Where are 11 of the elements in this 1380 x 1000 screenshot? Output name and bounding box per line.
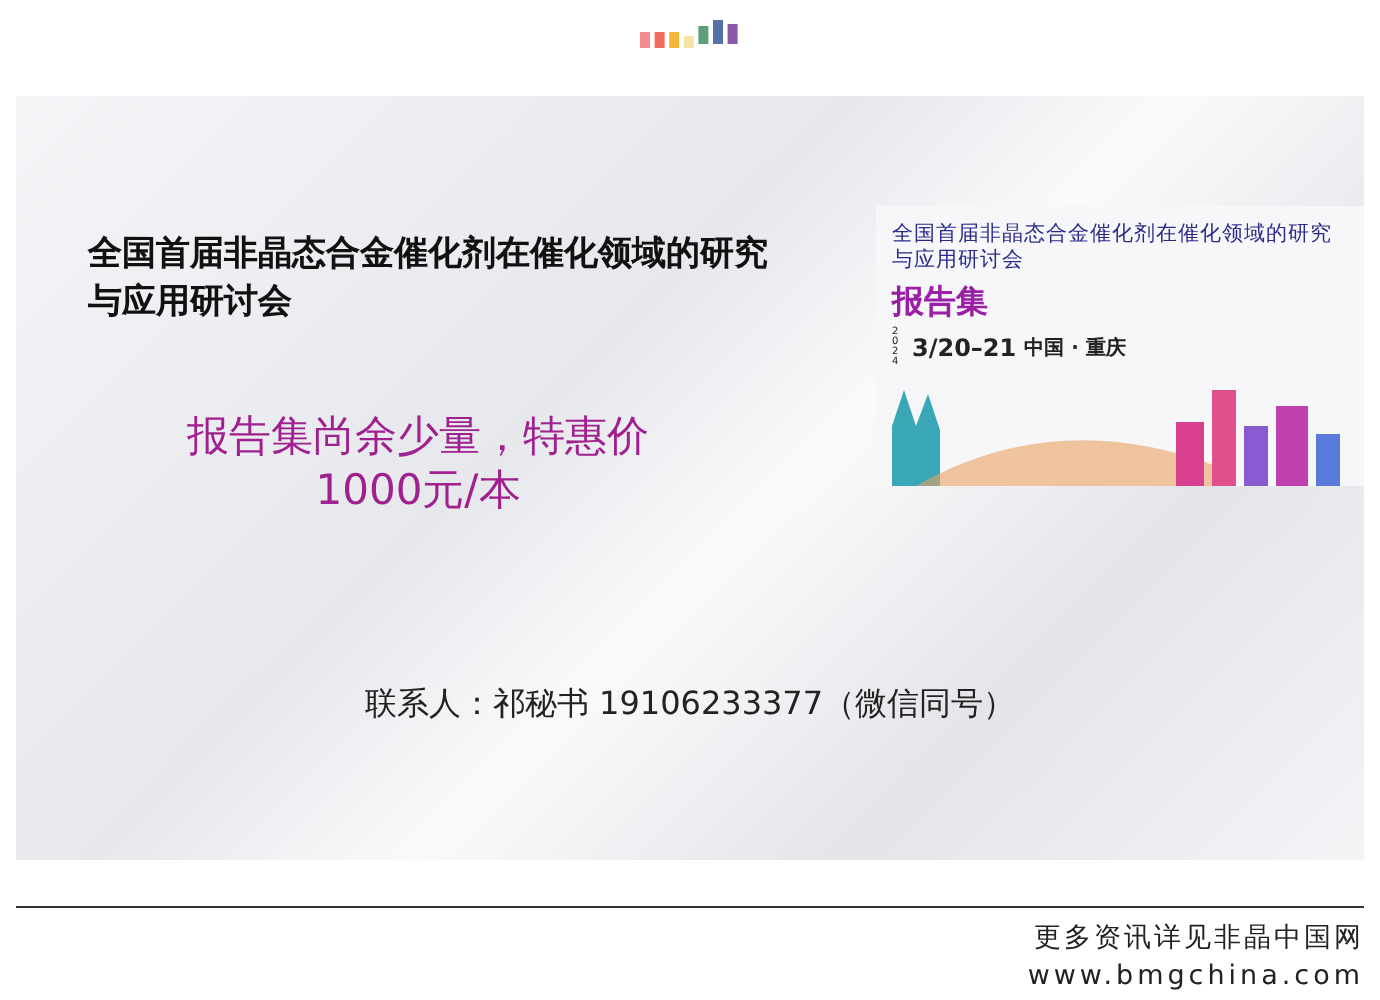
contact-text: 联系人：祁秘书 19106233377（微信同号）: [362, 684, 1018, 726]
website-link[interactable]: www.bmgchina.com: [1027, 958, 1364, 996]
cover-title: 全国首届非晶态合金催化剂在催化领域的研究与应用研讨会: [892, 222, 1334, 274]
cover-place: 中国 · 重庆: [1024, 334, 1126, 362]
event-title: 全国首届非晶态合金催化剂在催化领域的研究与应用研讨会: [88, 232, 770, 326]
cover-dates: 3/20–21: [912, 334, 1017, 362]
promo-text: 报告集尚余少量，特惠价: [187, 410, 649, 464]
promo-text: 1000元/本: [315, 464, 521, 518]
cover-heading: 报告集: [892, 282, 990, 324]
footer-text: 更多资讯详见非晶中国网: [1034, 920, 1364, 958]
color-bars-icon: [640, 20, 740, 48]
